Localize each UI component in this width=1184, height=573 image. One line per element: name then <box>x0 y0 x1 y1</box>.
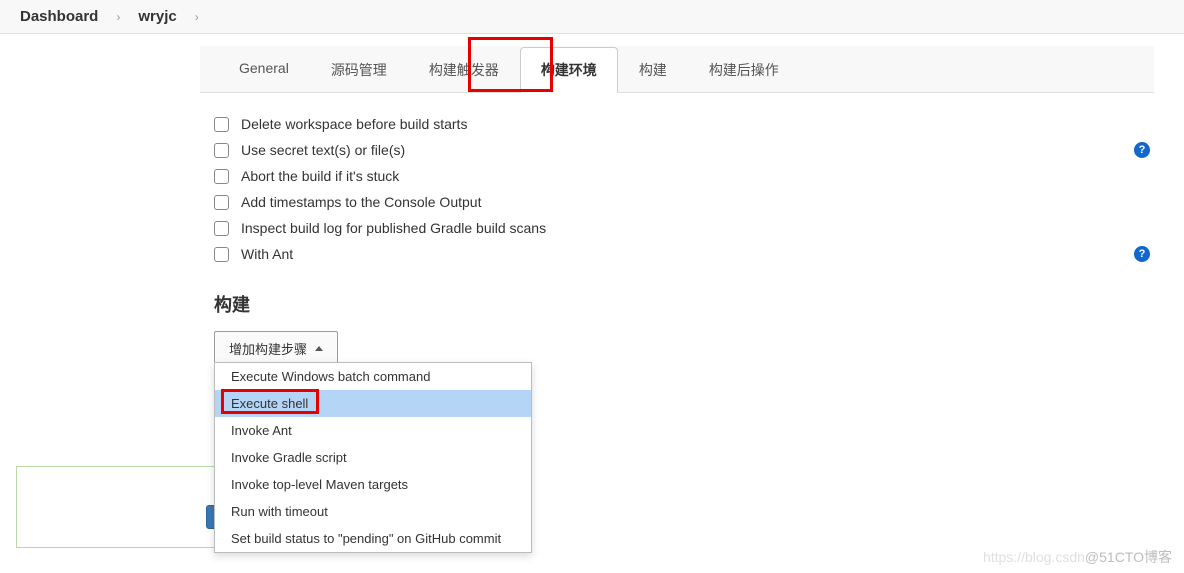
section-title-build: 构建 <box>214 291 1144 317</box>
option-with-ant: With Ant ? <box>214 241 1144 267</box>
checkbox-abort-stuck[interactable] <box>214 169 229 184</box>
dropdown-item-timeout[interactable]: Run with timeout <box>215 498 531 525</box>
caret-up-icon <box>315 346 323 351</box>
option-delete-workspace: Delete workspace before build starts <box>214 111 1144 137</box>
option-use-secret: Use secret text(s) or file(s) ? <box>214 137 1144 163</box>
breadcrumb-item-dashboard[interactable]: Dashboard <box>20 8 98 25</box>
option-timestamps: Add timestamps to the Console Output <box>214 189 1144 215</box>
checkbox-inspect-log[interactable] <box>214 221 229 236</box>
option-abort-stuck: Abort the build if it's stuck <box>214 163 1144 189</box>
build-env-panel: Delete workspace before build starts Use… <box>200 93 1154 376</box>
chevron-right-icon: › <box>116 10 120 24</box>
tab-build-env[interactable]: 构建环境 <box>520 47 618 93</box>
add-build-step-label: 增加构建步骤 <box>229 339 307 358</box>
dropdown-item-batch[interactable]: Execute Windows batch command <box>215 363 531 390</box>
tab-build[interactable]: 构建 <box>618 47 688 93</box>
option-label[interactable]: Inspect build log for published Gradle b… <box>241 220 546 236</box>
option-label[interactable]: Use secret text(s) or file(s) <box>241 142 405 158</box>
add-build-step-wrap: 增加构建步骤 Execute Windows batch command Exe… <box>214 331 338 366</box>
tab-general[interactable]: General <box>218 47 310 93</box>
option-label[interactable]: With Ant <box>241 246 293 262</box>
add-build-step-button[interactable]: 增加构建步骤 <box>214 331 338 366</box>
main-content: General 源码管理 构建触发器 构建环境 构建 构建后操作 Delete … <box>200 46 1154 376</box>
checkbox-with-ant[interactable] <box>214 247 229 262</box>
watermark-faint: https://blog.csdn <box>983 549 1085 565</box>
watermark: https://blog.csdn@51CTO博客 <box>983 547 1172 567</box>
option-label[interactable]: Add timestamps to the Console Output <box>241 194 481 210</box>
tab-scm[interactable]: 源码管理 <box>310 47 408 93</box>
build-step-dropdown: Execute Windows batch command Execute sh… <box>214 362 532 553</box>
option-inspect-log: Inspect build log for published Gradle b… <box>214 215 1144 241</box>
dropdown-item-ant[interactable]: Invoke Ant <box>215 417 531 444</box>
checkbox-delete-workspace[interactable] <box>214 117 229 132</box>
tab-post-build[interactable]: 构建后操作 <box>688 47 800 93</box>
dropdown-item-maven[interactable]: Invoke top-level Maven targets <box>215 471 531 498</box>
dropdown-item-github-status[interactable]: Set build status to "pending" on GitHub … <box>215 525 531 552</box>
chevron-right-icon: › <box>195 10 199 24</box>
option-label[interactable]: Delete workspace before build starts <box>241 116 467 132</box>
config-tabs: General 源码管理 构建触发器 构建环境 构建 构建后操作 <box>200 46 1154 93</box>
breadcrumb-item-project[interactable]: wryjc <box>138 8 176 25</box>
watermark-dark: @51CTO博客 <box>1085 549 1172 565</box>
dropdown-item-gradle[interactable]: Invoke Gradle script <box>215 444 531 471</box>
help-icon[interactable]: ? <box>1134 142 1150 158</box>
help-icon[interactable]: ? <box>1134 246 1150 262</box>
option-label[interactable]: Abort the build if it's stuck <box>241 168 399 184</box>
tab-triggers[interactable]: 构建触发器 <box>408 47 520 93</box>
breadcrumb: Dashboard › wryjc › <box>0 0 1184 34</box>
checkbox-timestamps[interactable] <box>214 195 229 210</box>
dropdown-item-shell[interactable]: Execute shell <box>215 390 531 417</box>
checkbox-use-secret[interactable] <box>214 143 229 158</box>
